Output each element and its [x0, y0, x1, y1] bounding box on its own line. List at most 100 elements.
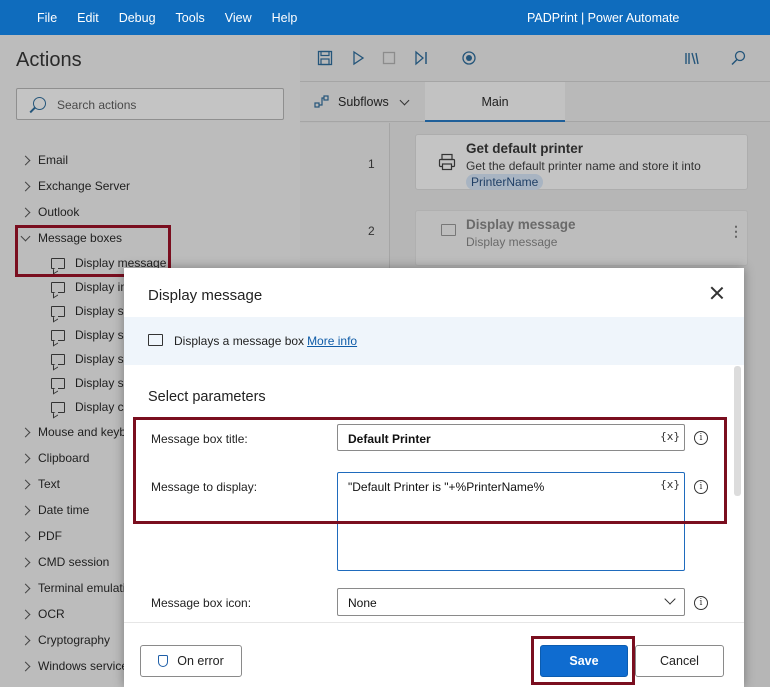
step-title: Display message: [466, 217, 576, 232]
category-cmd-session[interactable]: CMD session: [20, 555, 109, 569]
designer-toolbar: [300, 35, 770, 82]
action-label: Display se: [75, 352, 131, 366]
category-label: Mouse and keyb: [38, 425, 127, 439]
subflows-dropdown[interactable]: Subflows: [314, 95, 410, 109]
variable-picker-icon[interactable]: {x}: [660, 430, 680, 443]
category-outlook[interactable]: Outlook: [20, 205, 80, 219]
info-icon[interactable]: i: [694, 431, 708, 445]
action-item[interactable]: Display in: [51, 280, 127, 294]
section-title: Select parameters: [148, 389, 266, 405]
category-text[interactable]: Text: [20, 477, 60, 491]
dialog-scrollbar[interactable]: [734, 366, 741, 496]
message-box-title-input[interactable]: Default Printer {x}: [337, 424, 685, 451]
line-number: 2: [368, 224, 375, 238]
find-icon[interactable]: [730, 50, 746, 66]
chevron-right-icon: [20, 453, 31, 463]
category-terminal[interactable]: Terminal emulati: [20, 581, 126, 595]
action-item[interactable]: Display se: [51, 376, 130, 390]
action-item[interactable]: Display se: [51, 328, 130, 342]
info-icon[interactable]: i: [694, 596, 708, 610]
field-value: Default Printer: [348, 432, 431, 446]
category-label: Date time: [38, 503, 90, 517]
menu-bar: File Edit Debug Tools View Help: [37, 0, 317, 35]
step-title: Get default printer: [466, 141, 584, 156]
menu-edit[interactable]: Edit: [77, 11, 99, 25]
tab-main[interactable]: Main: [425, 82, 565, 122]
chevron-right-icon: [20, 583, 31, 593]
dialog-title: Display message: [148, 287, 263, 304]
subflows-label: Subflows: [338, 95, 389, 109]
message-box-title-label: Message box title:: [151, 432, 248, 446]
action-item[interactable]: Display se: [51, 304, 130, 318]
message-to-display-textarea[interactable]: "Default Printer is "+%PrinterName% {x}: [337, 472, 685, 571]
category-mouse-keyboard[interactable]: Mouse and keyb: [20, 425, 127, 439]
close-icon[interactable]: [708, 284, 726, 302]
category-label: Outlook: [38, 205, 80, 219]
message-icon: [51, 305, 65, 317]
category-label: Clipboard: [38, 451, 90, 465]
save-button[interactable]: Save: [540, 645, 628, 677]
category-date-time[interactable]: Date time: [20, 503, 90, 517]
info-description: Displays a message box: [174, 334, 305, 348]
search-icon: [33, 97, 46, 110]
category-windows-service[interactable]: Windows service: [20, 659, 129, 673]
field-value: "Default Printer is "+%PrinterName%: [348, 480, 545, 494]
dialog-footer: On error Save Cancel: [124, 622, 744, 687]
cancel-button[interactable]: Cancel: [635, 645, 724, 677]
info-bar: Displays a message box More info: [124, 317, 744, 365]
category-label: Exchange Server: [38, 179, 131, 193]
field-value: None: [348, 596, 377, 610]
chevron-right-icon: [20, 661, 31, 671]
variable-picker-icon[interactable]: {x}: [660, 478, 680, 491]
category-message-boxes[interactable]: Message boxes: [20, 231, 122, 245]
category-pdf[interactable]: PDF: [20, 529, 62, 543]
message-icon: [51, 257, 65, 269]
chevron-right-icon: [20, 557, 31, 567]
category-cryptography[interactable]: Cryptography: [20, 633, 110, 647]
chevron-right-icon: [20, 155, 31, 165]
category-clipboard[interactable]: Clipboard: [20, 451, 90, 465]
save-icon[interactable]: [317, 50, 333, 66]
category-label: Email: [38, 153, 69, 167]
button-label: On error: [177, 654, 224, 668]
chevron-right-icon: [20, 505, 31, 515]
more-info-link[interactable]: More info: [307, 334, 357, 348]
on-error-button[interactable]: On error: [140, 645, 242, 677]
message-icon: [51, 353, 65, 365]
message-icon: [51, 329, 65, 341]
message-box-icon-select[interactable]: None: [337, 588, 685, 616]
run-icon[interactable]: [350, 50, 366, 66]
search-actions-input[interactable]: Search actions: [16, 88, 284, 120]
step-get-default-printer[interactable]: Get default printer Get the default prin…: [415, 134, 748, 190]
more-options-icon[interactable]: ⋮: [729, 223, 743, 240]
menu-help[interactable]: Help: [272, 11, 298, 25]
record-icon[interactable]: [461, 50, 477, 66]
category-exchange-server[interactable]: Exchange Server: [20, 179, 131, 193]
category-label: OCR: [38, 607, 65, 621]
category-label: Terminal emulati: [38, 581, 126, 595]
step-display-message[interactable]: Display message Display message ⋮: [415, 210, 748, 266]
printer-icon: [438, 153, 456, 171]
message-icon: [51, 401, 65, 413]
menu-view[interactable]: View: [225, 11, 252, 25]
actions-title: Actions: [16, 49, 82, 71]
step-description: Get the default printer name and store i…: [466, 159, 701, 173]
library-icon[interactable]: [683, 50, 699, 66]
chevron-right-icon: [20, 427, 31, 437]
category-label: Windows service: [38, 659, 129, 673]
message-icon: [441, 224, 456, 236]
stop-icon[interactable]: [381, 50, 397, 66]
action-item[interactable]: Display cu: [51, 400, 130, 414]
action-label: Display se: [75, 376, 131, 390]
category-email[interactable]: Email: [20, 153, 69, 167]
action-item[interactable]: Display se: [51, 352, 130, 366]
chevron-right-icon: [20, 531, 31, 541]
run-next-icon[interactable]: [413, 50, 429, 66]
display-message-dialog: Display message Displays a message box Mo…: [124, 268, 744, 687]
action-label: Display in: [75, 280, 128, 294]
menu-debug[interactable]: Debug: [119, 11, 156, 25]
info-icon[interactable]: i: [694, 480, 708, 494]
menu-tools[interactable]: Tools: [176, 11, 205, 25]
menu-file[interactable]: File: [37, 11, 57, 25]
category-ocr[interactable]: OCR: [20, 607, 65, 621]
